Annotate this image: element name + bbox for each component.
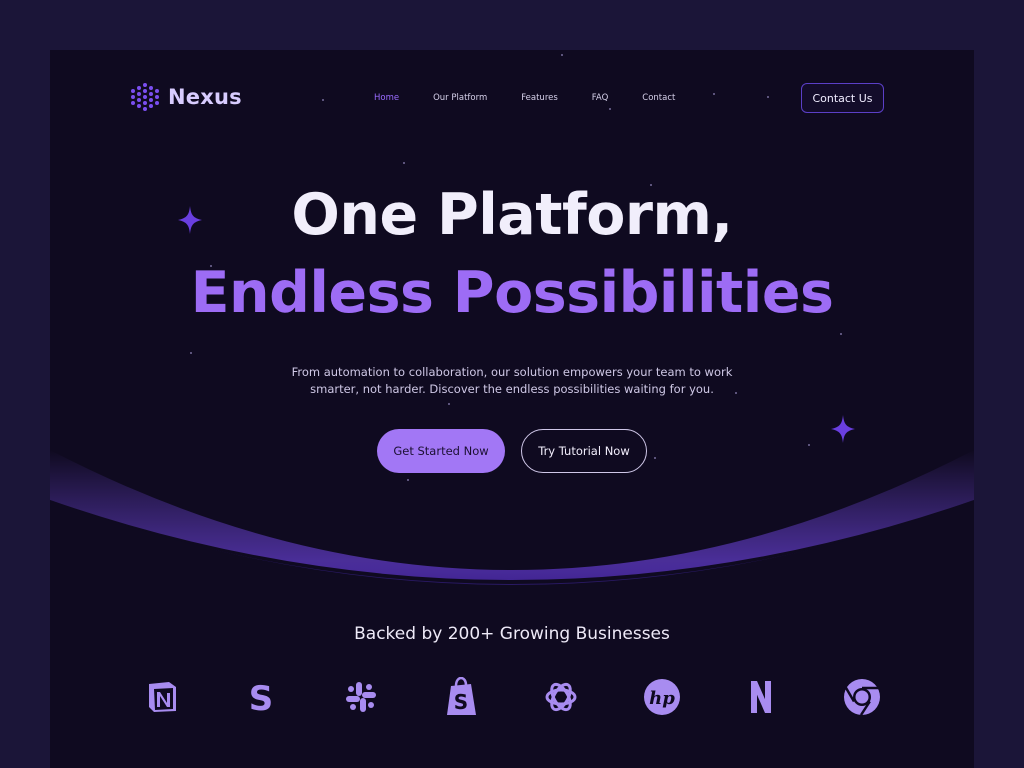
hero-title-line1: One Platform, — [291, 182, 733, 248]
hero-subtitle: From automation to collaboration, our so… — [291, 365, 733, 396]
star-dot — [713, 93, 715, 95]
openai-logo-icon — [541, 677, 581, 717]
get-started-button[interactable]: Get Started Now — [377, 429, 505, 473]
nav-item-contact[interactable]: Contact — [642, 93, 675, 103]
hp-logo-icon: hp — [642, 677, 682, 717]
partner-logos: S S hp — [142, 677, 887, 717]
star-dot — [322, 99, 324, 101]
svg-text:hp: hp — [649, 688, 675, 709]
svg-text:S: S — [454, 690, 468, 714]
shopify-logo-icon: S — [441, 677, 481, 717]
planet-glow — [50, 450, 974, 590]
skype-logo-icon: S — [241, 677, 281, 717]
hero-title-line2: Endless Possibilities — [190, 260, 834, 326]
star-dot — [561, 54, 563, 56]
svg-text:S: S — [249, 680, 274, 714]
try-tutorial-button[interactable]: Try Tutorial Now — [521, 429, 647, 473]
partners-heading: Backed by 200+ Growing Businesses — [354, 624, 670, 644]
netflix-logo-icon — [741, 677, 781, 717]
main-nav: Home Our Platform Features FAQ Contact — [374, 93, 675, 103]
nav-item-our-platform[interactable]: Our Platform — [433, 93, 487, 103]
star-dot — [403, 162, 405, 164]
star-dot — [190, 352, 192, 354]
contact-us-button[interactable]: Contact Us — [801, 83, 884, 113]
landing-page: Nexus Home Our Platform Features FAQ Con… — [50, 50, 974, 768]
brand-logo[interactable]: Nexus — [129, 81, 242, 113]
nexus-logo-icon — [131, 83, 159, 111]
nav-item-home[interactable]: Home — [374, 93, 399, 103]
star-dot — [609, 108, 611, 110]
star-dot — [767, 96, 769, 98]
nav-item-faq[interactable]: FAQ — [592, 93, 608, 103]
slack-logo-icon — [341, 677, 381, 717]
brand-name: Nexus — [168, 85, 242, 109]
star-dot — [840, 333, 842, 335]
notion-logo-icon — [142, 677, 182, 717]
star-dot — [448, 403, 450, 405]
chrome-logo-icon — [842, 677, 882, 717]
nav-item-features[interactable]: Features — [521, 93, 558, 103]
